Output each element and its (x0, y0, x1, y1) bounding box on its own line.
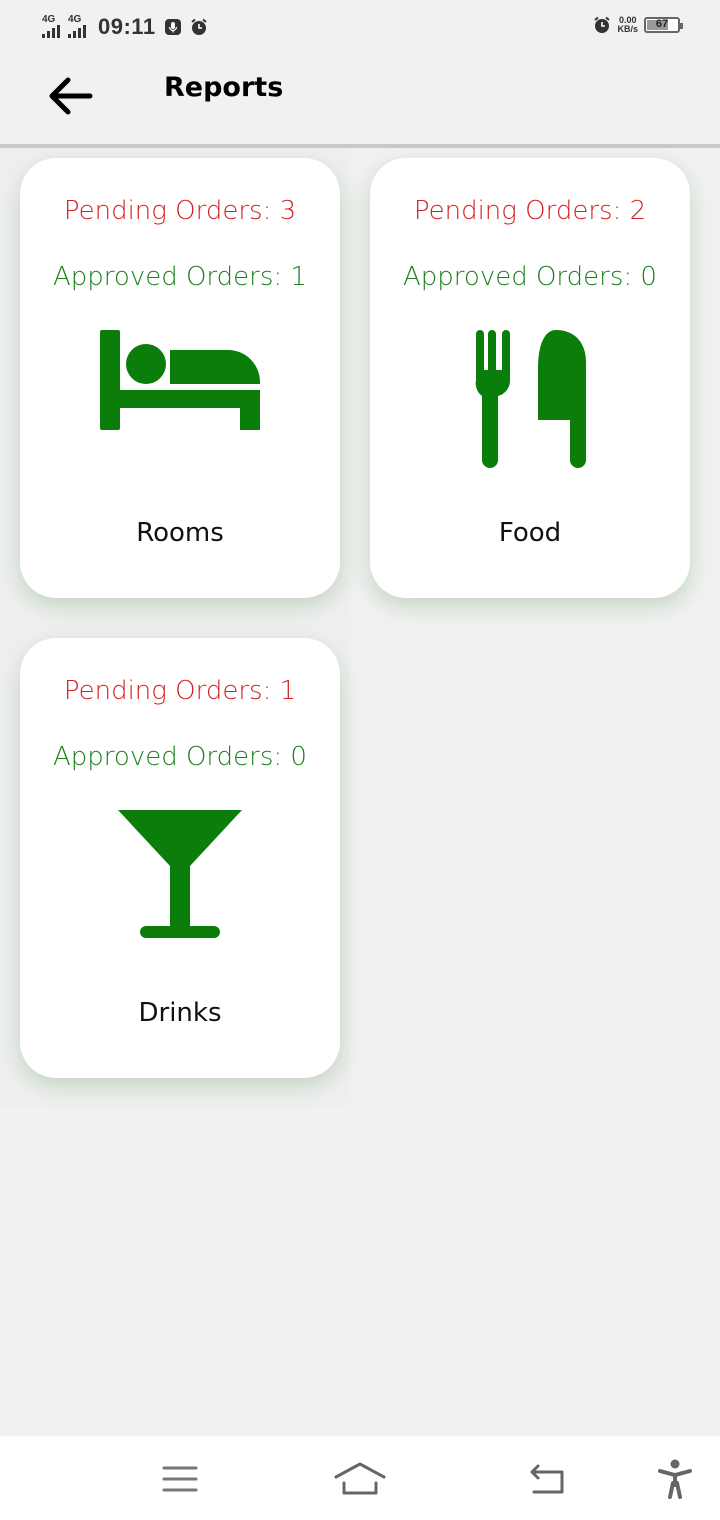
menu-button[interactable] (150, 1454, 210, 1504)
alarm-icon (190, 18, 207, 35)
card-label: Rooms (136, 518, 224, 548)
menu-icon (162, 1466, 198, 1492)
food-card[interactable]: Pending Orders: 2 Approved Orders: 0 Foo… (370, 158, 690, 598)
battery-level: 67 (655, 18, 669, 30)
page-title: Reports (164, 72, 284, 103)
back-icon (530, 1464, 564, 1494)
back-nav-button[interactable] (518, 1454, 578, 1504)
approved-orders: Approved Orders: 1 (53, 262, 307, 292)
approved-orders: Approved Orders: 0 (53, 742, 307, 772)
card-label: Drinks (138, 998, 222, 1028)
voice-recorder-icon (164, 19, 181, 35)
reports-grid: Pending Orders: 3 Approved Orders: 1 Roo… (0, 148, 720, 1108)
network-type-2: 4G (68, 14, 82, 25)
signal-icon: 4G (42, 14, 60, 38)
alarm-icon (594, 16, 611, 33)
pending-orders: Pending Orders: 1 (63, 676, 297, 706)
home-button[interactable] (330, 1454, 390, 1504)
app-bar: Reports (0, 58, 720, 148)
accessibility-icon (658, 1459, 692, 1499)
drinks-card[interactable]: Pending Orders: 1 Approved Orders: 0 Dri… (20, 638, 340, 1078)
status-time: 09:11 (98, 14, 156, 39)
cocktail-icon (118, 810, 242, 938)
approved-orders: Approved Orders: 0 (403, 262, 657, 292)
speed-unit: KB/s (617, 24, 638, 34)
pending-orders: Pending Orders: 2 (413, 196, 647, 226)
home-icon (334, 1462, 386, 1495)
rooms-card[interactable]: Pending Orders: 3 Approved Orders: 1 Roo… (20, 158, 340, 598)
arrow-left-icon (49, 77, 93, 115)
bed-icon (100, 330, 260, 430)
battery-icon: 67 (644, 17, 683, 33)
network-type-1: 4G (42, 14, 56, 25)
signal-icon: 4G (68, 14, 86, 38)
network-speed: 0.00 KB/s (617, 16, 638, 34)
back-button[interactable] (40, 66, 100, 126)
fork-knife-icon (475, 330, 586, 468)
accessibility-button[interactable] (645, 1454, 705, 1504)
status-bar: 4G 4G 09:11 0.00 KB/s 67 (0, 0, 720, 58)
card-label: Food (498, 518, 562, 548)
system-nav-bar (0, 1436, 720, 1520)
pending-orders: Pending Orders: 3 (63, 196, 297, 226)
